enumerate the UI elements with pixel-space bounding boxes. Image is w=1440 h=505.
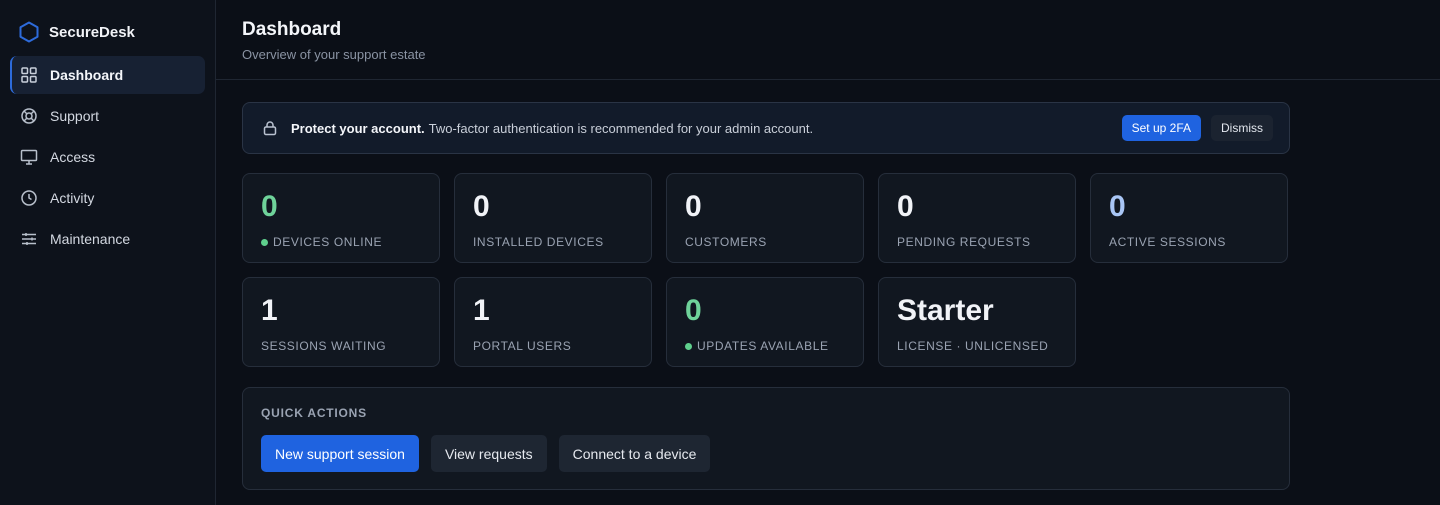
stat-label-text: DEVICES ONLINE bbox=[273, 235, 383, 249]
lifebuoy-icon bbox=[20, 107, 38, 125]
stat-label: CUSTOMERS bbox=[685, 235, 767, 249]
page-title: Dashboard bbox=[242, 19, 342, 40]
sidebar-item-maintenance[interactable]: Maintenance bbox=[10, 220, 205, 258]
stat-card-customers[interactable]: 0 CUSTOMERS bbox=[666, 173, 864, 263]
stat-value: 0 bbox=[261, 190, 278, 223]
stat-value: 0 bbox=[897, 190, 914, 223]
sidebar-item-label: Access bbox=[50, 149, 96, 165]
stat-label: INSTALLED DEVICES bbox=[473, 235, 604, 249]
clock-icon bbox=[20, 189, 38, 207]
stat-value: 1 bbox=[473, 294, 490, 327]
page-subtitle: Overview of your support estate bbox=[242, 47, 426, 62]
sidebar-item-label: Dashboard bbox=[50, 67, 124, 83]
app-root: SecureDesk Dashboard Support Access Acti… bbox=[0, 0, 1440, 505]
stat-label: PENDING REQUESTS bbox=[897, 235, 1031, 249]
brand-name: SecureDesk bbox=[49, 23, 135, 41]
banner-body-text: Two-factor authentication is recommended… bbox=[428, 120, 814, 136]
dismiss-button[interactable]: Dismiss bbox=[1211, 115, 1273, 141]
stat-value: 0 bbox=[473, 190, 490, 223]
stat-value: 1 bbox=[261, 294, 278, 327]
connect-device-button[interactable]: Connect to a device bbox=[558, 435, 711, 472]
stats-grid: 0 DEVICES ONLINE 0 INSTALLED DEVICES 0 C… bbox=[242, 173, 1288, 367]
hexagon-logo-icon bbox=[19, 21, 39, 43]
stat-label: UPDATES AVAILABLE bbox=[685, 339, 845, 353]
stat-label: LICENSE · UNLICENSED bbox=[897, 339, 1049, 353]
stat-card-sessions-waiting[interactable]: 1 SESSIONS WAITING bbox=[242, 277, 440, 367]
status-dot bbox=[685, 342, 692, 350]
sidebar-item-support[interactable]: Support bbox=[10, 97, 205, 135]
stat-value: 0 bbox=[685, 294, 702, 327]
monitor-icon bbox=[20, 148, 38, 166]
stat-card-portal-users[interactable]: 1 PORTAL USERS bbox=[454, 277, 652, 367]
brand[interactable]: SecureDesk bbox=[10, 18, 205, 46]
quick-actions-buttons: New support session View requests Connec… bbox=[261, 435, 1271, 472]
stat-value: Starter bbox=[897, 294, 994, 327]
sidebar-nav: Dashboard Support Access Activity Mainte… bbox=[10, 56, 205, 258]
dashboard-content: Protect your account. Two-factor authenti… bbox=[216, 80, 1290, 490]
view-requests-button[interactable]: View requests bbox=[430, 435, 547, 472]
grid-icon bbox=[20, 66, 38, 84]
sliders-icon bbox=[20, 230, 38, 248]
sidebar-item-activity[interactable]: Activity bbox=[10, 179, 205, 217]
stat-card-installed-devices[interactable]: 0 INSTALLED DEVICES bbox=[454, 173, 652, 263]
sidebar-item-label: Activity bbox=[50, 190, 95, 206]
security-banner: Protect your account. Two-factor authenti… bbox=[242, 102, 1290, 154]
banner-message: Protect your account. Two-factor authenti… bbox=[291, 121, 1122, 136]
sidebar-item-access[interactable]: Access bbox=[10, 138, 205, 176]
stat-card-devices-online[interactable]: 0 DEVICES ONLINE bbox=[242, 173, 440, 263]
status-dot bbox=[261, 238, 268, 246]
stat-label-text: UPDATES AVAILABLE bbox=[697, 339, 829, 353]
stat-value: 0 bbox=[685, 190, 702, 223]
stat-value: 0 bbox=[1109, 190, 1126, 223]
setup-2fa-button[interactable]: Set up 2FA bbox=[1121, 115, 1201, 141]
sidebar-item-label: Maintenance bbox=[50, 231, 131, 247]
banner-strong-text: Protect your account. bbox=[291, 120, 425, 136]
stat-label: ACTIVE SESSIONS bbox=[1109, 235, 1227, 249]
sidebar: SecureDesk Dashboard Support Access Acti… bbox=[0, 0, 216, 505]
new-support-session-button[interactable]: New support session bbox=[261, 435, 419, 472]
stat-label: PORTAL USERS bbox=[473, 339, 572, 353]
stat-card-active-sessions[interactable]: 0 ACTIVE SESSIONS bbox=[1090, 173, 1288, 263]
quick-actions-panel: QUICK ACTIONS New support session View r… bbox=[242, 387, 1290, 490]
quick-actions-title: QUICK ACTIONS bbox=[261, 406, 367, 420]
stat-card-license[interactable]: Starter LICENSE · UNLICENSED bbox=[878, 277, 1076, 367]
stat-card-updates-available[interactable]: 0 UPDATES AVAILABLE bbox=[666, 277, 864, 367]
page-header: Dashboard Overview of your support estat… bbox=[216, 0, 1440, 80]
stat-label: DEVICES ONLINE bbox=[261, 235, 421, 249]
lock-icon bbox=[262, 120, 278, 136]
stat-label: SESSIONS WAITING bbox=[261, 339, 387, 353]
sidebar-item-dashboard[interactable]: Dashboard bbox=[10, 56, 205, 94]
main-content: Dashboard Overview of your support estat… bbox=[216, 0, 1440, 505]
sidebar-item-label: Support bbox=[50, 108, 100, 124]
stat-card-pending-requests[interactable]: 0 PENDING REQUESTS bbox=[878, 173, 1076, 263]
